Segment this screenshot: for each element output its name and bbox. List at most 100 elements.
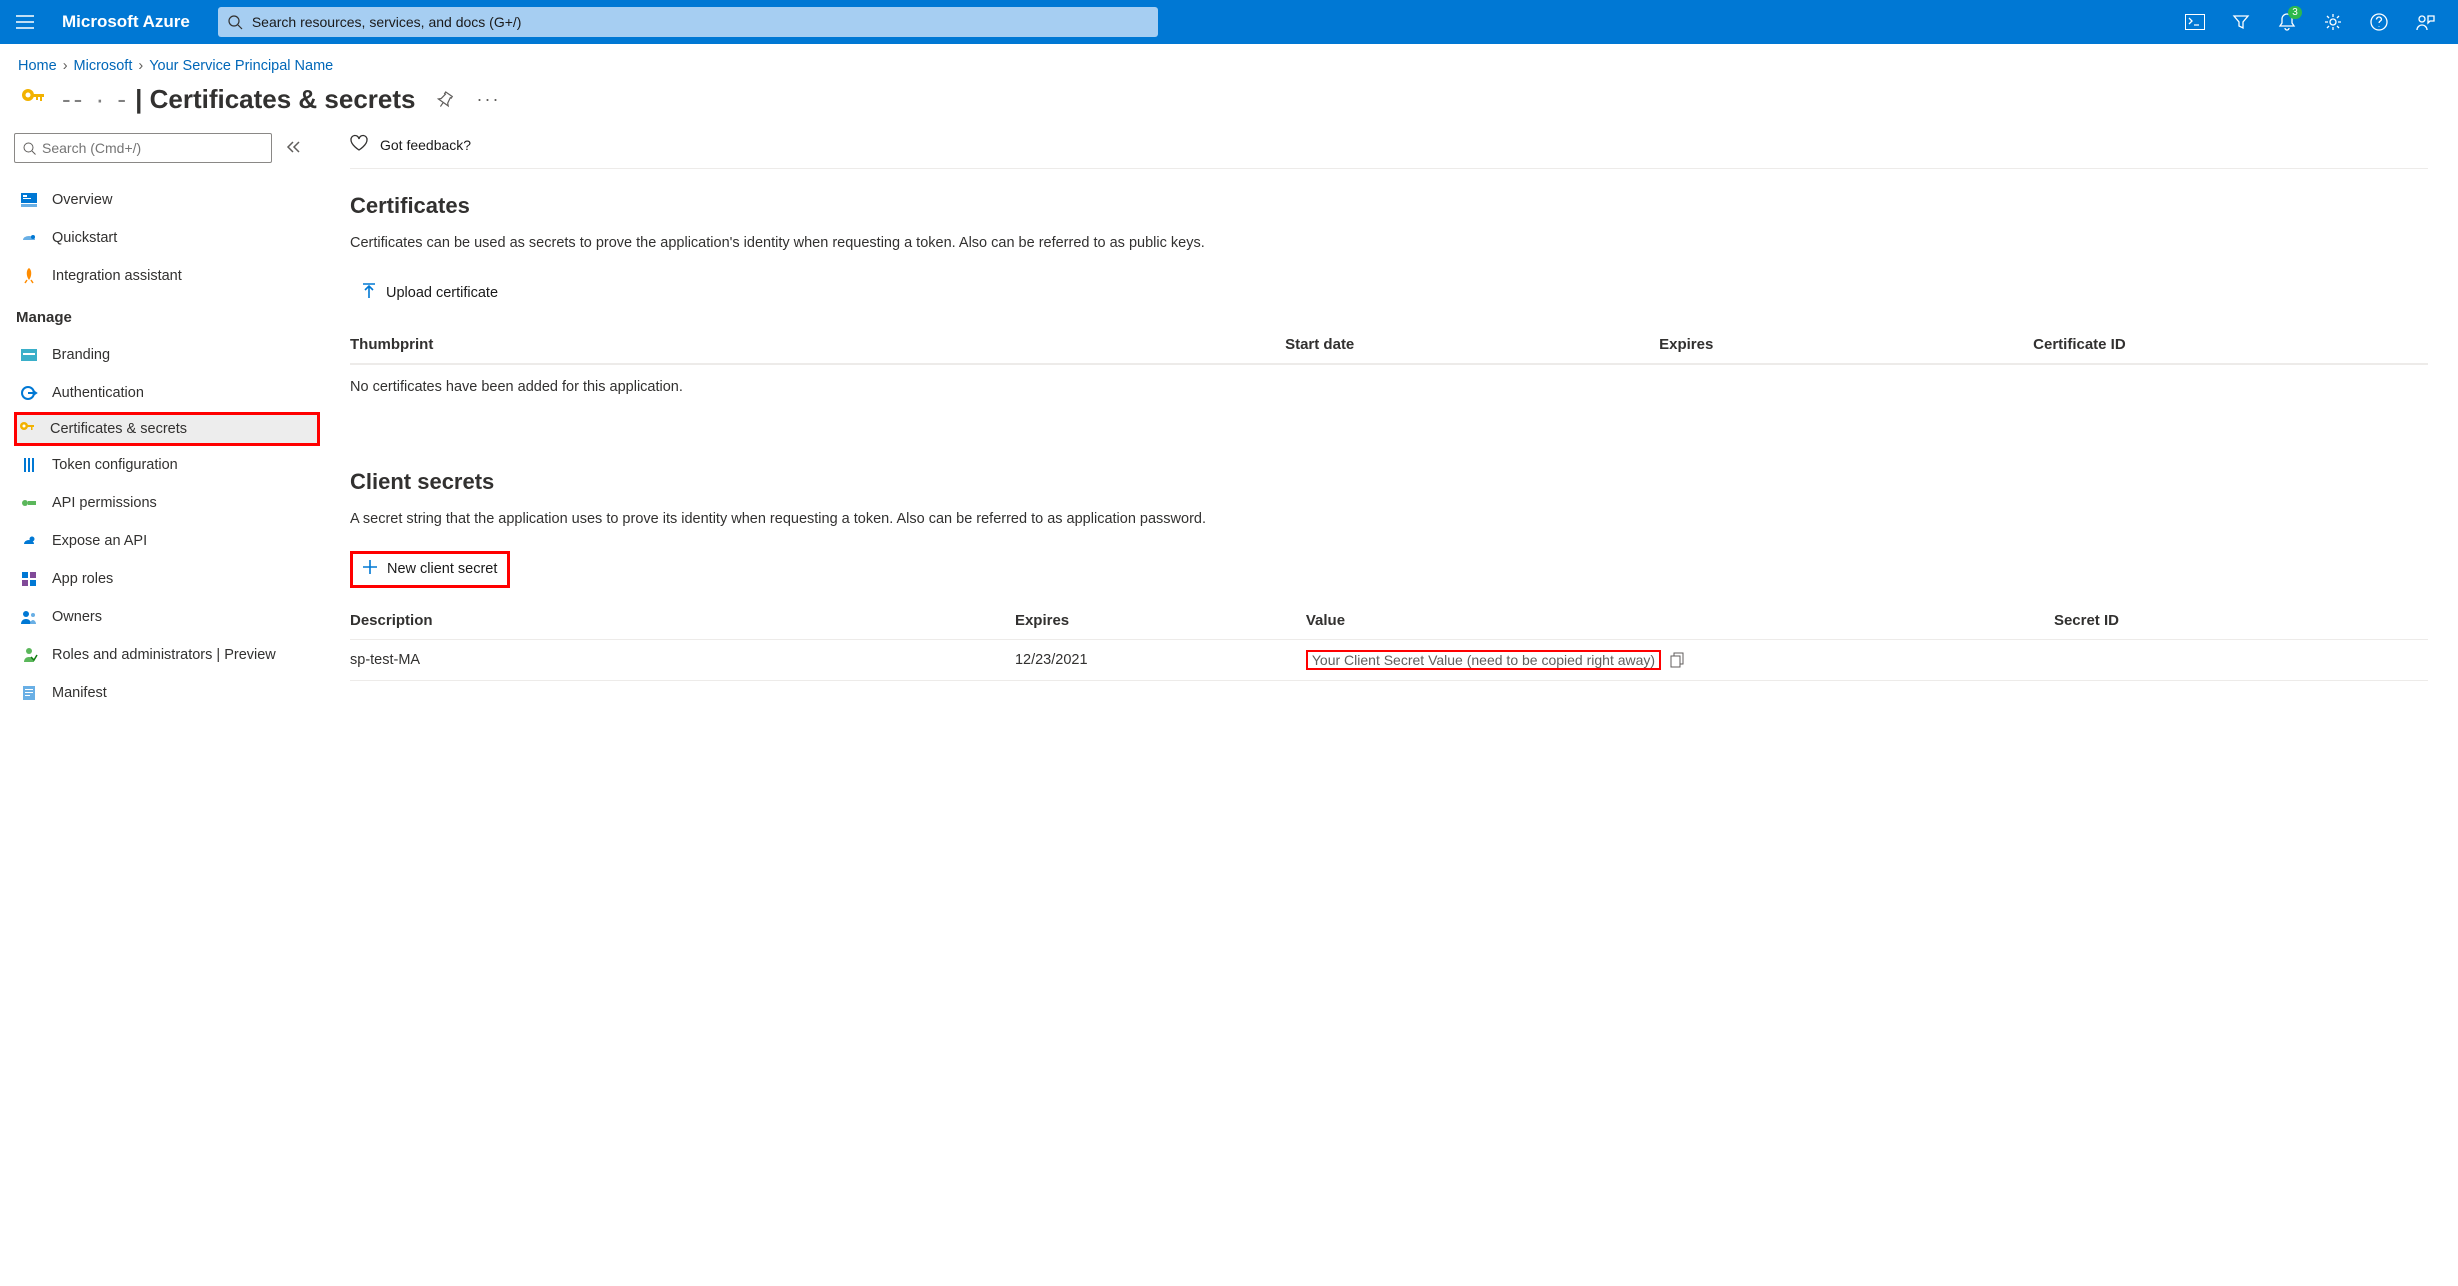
breadcrumb-sep: › [138,58,143,74]
new-client-secret-button[interactable]: New client secret [350,551,510,588]
owners-icon [20,610,38,624]
sidebar-item-manifest[interactable]: Manifest [14,674,320,712]
cloud-shell-button[interactable] [2174,2,2216,42]
menu-toggle[interactable] [8,5,42,39]
key-icon [18,421,36,437]
sidebar-item-label: Manifest [52,685,107,701]
new-client-secret-label: New client secret [387,561,497,577]
col-thumbprint: Thumbprint [350,326,1285,364]
sidebar-group-manage: Manage [14,295,320,336]
feedback-bar[interactable]: Got feedback? [350,129,2428,169]
col-secret-id: Secret ID [2054,602,2428,640]
table-row: sp-test-MA 12/23/2021 Your Client Secret… [350,639,2428,680]
certificates-table: Thumbprint Start date Expires Certificat… [350,326,2428,364]
page-title: -- · - | Certificates & secrets [62,84,416,115]
sidebar-item-label: Overview [52,192,112,208]
quickstart-icon [20,232,38,244]
settings-button[interactable] [2312,2,2354,42]
collapse-sidebar-button[interactable] [286,140,300,156]
certificates-empty-message: No certificates have been added for this… [350,364,2428,409]
page-header: -- · - | Certificates & secrets ··· [0,80,2458,129]
manifest-icon [20,686,38,700]
sidebar-item-label: Owners [52,609,102,625]
notifications-button[interactable]: 3 [2266,2,2308,42]
sidebar-item-quickstart[interactable]: Quickstart [14,219,320,257]
client-secrets-description: A secret string that the application use… [350,509,2428,531]
sidebar-item-label: Integration assistant [52,268,182,284]
branding-icon [20,349,38,361]
rocket-icon [20,268,38,284]
col-expires: Expires [1015,602,1306,640]
sidebar-item-integration-assistant[interactable]: Integration assistant [14,257,320,295]
sidebar-item-owners[interactable]: Owners [14,598,320,636]
col-value: Value [1306,602,2054,640]
sidebar-item-overview[interactable]: Overview [14,181,320,219]
breadcrumb-sep: › [63,58,68,74]
sidebar-item-roles-administrators[interactable]: Roles and administrators | Preview [14,636,320,674]
sidebar-search[interactable] [14,133,272,163]
more-button[interactable]: ··· [474,85,504,115]
global-search[interactable] [218,7,1158,37]
copy-value-button[interactable] [1671,653,1684,668]
topbar-actions: 3 [2174,2,2450,42]
cell-expires: 12/23/2021 [1015,639,1306,680]
certificates-description: Certificates can be used as secrets to p… [350,233,2428,255]
upload-certificate-button[interactable]: Upload certificate [350,275,510,312]
help-button[interactable] [2358,2,2400,42]
question-icon [2370,13,2388,31]
section-heading-certificates: Certificates [350,193,2428,219]
chevron-double-left-icon [286,141,300,153]
cloud-shell-icon [2185,14,2205,30]
main-content: Got feedback? Certificates Certificates … [320,129,2458,1271]
sidebar-search-input[interactable] [42,140,263,156]
table-header-row: Description Expires Value Secret ID [350,602,2428,640]
sidebar-item-label: API permissions [52,495,157,511]
filter-icon [2232,13,2250,31]
directory-filter-button[interactable] [2220,2,2262,42]
auth-icon [20,386,38,400]
cell-description: sp-test-MA [350,639,1015,680]
hamburger-icon [16,15,34,29]
feedback-button[interactable] [2404,2,2446,42]
expose-icon [20,535,38,547]
sidebar-item-label: Branding [52,347,110,363]
secret-value-highlight: Your Client Secret Value (need to be cop… [1306,650,1661,670]
key-icon [18,85,48,115]
cell-secret-id [2054,639,2428,680]
sidebar-item-app-roles[interactable]: App roles [14,560,320,598]
breadcrumb-item[interactable]: Microsoft [74,58,133,74]
plus-icon [363,560,377,579]
global-search-input[interactable] [252,14,1148,30]
topbar: Microsoft Azure 3 [0,0,2458,44]
notification-badge: 3 [2288,6,2302,19]
page-title-text: | Certificates & secrets [135,84,415,115]
pin-button[interactable] [430,85,460,115]
section-heading-client-secrets: Client secrets [350,469,2428,495]
upload-icon [362,283,376,304]
token-icon [20,458,38,472]
brand-label[interactable]: Microsoft Azure [52,12,208,32]
sidebar-item-label: Certificates & secrets [50,421,187,437]
sidebar-item-expose-api[interactable]: Expose an API [14,522,320,560]
more-icon: ··· [477,89,501,110]
sidebar: Overview Quickstart Integration assistan… [0,129,320,1271]
sidebar-item-certificates-secrets[interactable]: Certificates & secrets [14,412,320,446]
roles-icon [20,572,38,586]
sidebar-item-api-permissions[interactable]: API permissions [14,484,320,522]
sidebar-item-label: Expose an API [52,533,147,549]
search-icon [23,142,36,155]
person-feedback-icon [2415,13,2435,31]
col-description: Description [350,602,1015,640]
upload-certificate-label: Upload certificate [386,285,498,301]
breadcrumb-item[interactable]: Home [18,58,57,74]
col-start-date: Start date [1285,326,1659,364]
sidebar-item-label: Roles and administrators | Preview [52,647,276,663]
heart-icon [350,135,368,154]
pin-icon [437,92,453,108]
breadcrumb-item[interactable]: Your Service Principal Name [149,58,333,74]
col-expires: Expires [1659,326,2033,364]
sidebar-item-branding[interactable]: Branding [14,336,320,374]
api-perm-icon [20,498,38,508]
sidebar-item-authentication[interactable]: Authentication [14,374,320,412]
sidebar-item-token-configuration[interactable]: Token configuration [14,446,320,484]
